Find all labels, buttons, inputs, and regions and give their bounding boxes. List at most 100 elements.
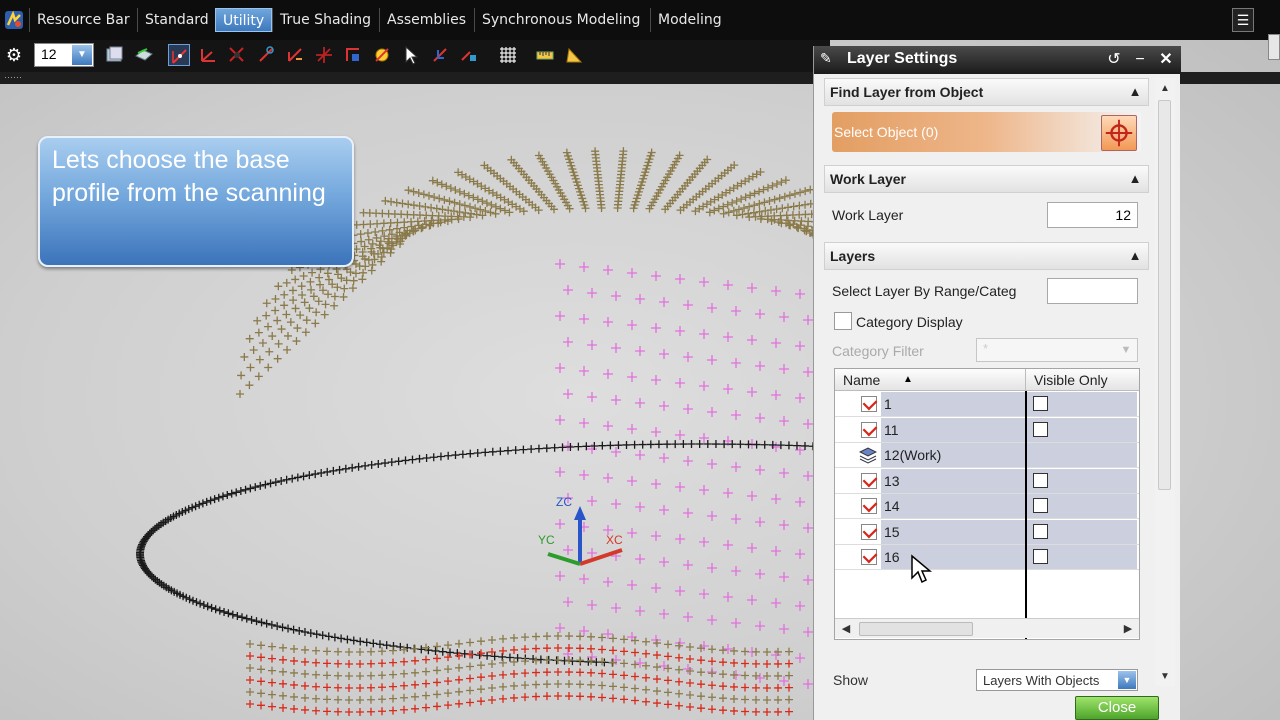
category-filter-label: Category Filter	[832, 343, 924, 359]
scan-point	[500, 206, 509, 215]
move-to-layer-icon[interactable]	[133, 44, 155, 66]
scan-point	[521, 669, 529, 678]
wcs-dynamics-icon[interactable]	[168, 44, 190, 66]
scan-point	[279, 679, 287, 688]
scan-point	[363, 229, 372, 238]
scroll-thumb[interactable]	[859, 622, 973, 636]
tab-resource-bar[interactable]: Resource Bar	[29, 8, 137, 32]
visible-only-checkbox[interactable]	[1033, 498, 1048, 513]
wcs-display-icon[interactable]	[371, 44, 393, 66]
wcs-rotate-icon[interactable]	[226, 44, 248, 66]
scan-point	[262, 311, 271, 320]
scroll-thumb[interactable]	[1158, 100, 1171, 490]
tab-utility[interactable]: Utility	[215, 8, 273, 32]
category-display-checkbox[interactable]	[834, 312, 852, 330]
column-header-name[interactable]: Name	[843, 372, 880, 388]
work-layer-section-header[interactable]: Work Layer ▲	[824, 165, 1149, 193]
scan-point	[795, 549, 805, 559]
layer-row[interactable]: 14	[861, 494, 1137, 518]
scan-point	[675, 689, 683, 698]
grid-icon[interactable]	[497, 44, 519, 66]
layer-selectable-checkbox[interactable]	[861, 523, 877, 540]
select-object-row[interactable]: Select Object (0)	[832, 112, 1141, 152]
layer-selectable-checkbox[interactable]	[861, 396, 877, 412]
scan-point	[731, 410, 741, 420]
close-button[interactable]: Close	[1075, 696, 1159, 720]
layer-row[interactable]: 12(Work)	[858, 443, 1137, 467]
wcs-orient-icon[interactable]	[255, 44, 277, 66]
layer-row[interactable]: 1	[861, 392, 1137, 416]
scroll-left-icon[interactable]: ◀	[837, 620, 855, 638]
pin-icon[interactable]: ✎	[820, 50, 838, 68]
scan-point	[635, 294, 645, 304]
layer-settings-icon[interactable]	[104, 44, 126, 66]
scan-point	[627, 372, 637, 382]
horizontal-scrollbar[interactable]: ◀ ▶	[835, 618, 1139, 638]
chevron-up-icon[interactable]: ▲	[1124, 245, 1146, 267]
scroll-up-icon[interactable]: ▲	[1156, 80, 1174, 98]
tab-synchronous-modeling[interactable]: Synchronous Modeling	[474, 8, 647, 32]
visible-only-checkbox[interactable]	[1033, 421, 1048, 437]
scan-point	[246, 700, 254, 708]
layer-selectable-checkbox[interactable]	[861, 549, 877, 565]
work-layer-dropdown[interactable]: 12 ▼	[34, 43, 94, 67]
scan-point	[288, 474, 297, 483]
select-layer-range-input[interactable]	[1047, 278, 1138, 304]
layer-settings-dialog: ✎ Layer Settings ↺ − ✕ Find Layer from O…	[813, 46, 1181, 720]
dialog-vertical-scrollbar[interactable]: ▲ ▼	[1155, 78, 1175, 686]
show-dropdown[interactable]: Layers With Objects ▼	[976, 669, 1138, 691]
ribbon-options-icon[interactable]: ☰	[1232, 8, 1254, 32]
measure-angle-icon[interactable]	[563, 44, 585, 66]
visible-only-checkbox[interactable]	[1033, 523, 1048, 539]
measure-distance-icon[interactable]	[534, 44, 556, 66]
layer-row[interactable]: 11	[861, 417, 1137, 442]
tab-assemblies[interactable]: Assemblies	[379, 8, 473, 32]
close-icon[interactable]: ✕	[1156, 49, 1176, 71]
visible-only-checkbox[interactable]	[1033, 396, 1048, 411]
snap-end-icon[interactable]	[458, 44, 480, 66]
gear-icon[interactable]: ⚙	[4, 44, 24, 66]
tab-true-shading[interactable]: True Shading	[272, 8, 378, 32]
reset-icon[interactable]: ↺	[1104, 49, 1124, 71]
snap-point-icon[interactable]	[429, 44, 451, 66]
chevron-up-icon[interactable]: ▲	[1124, 168, 1146, 190]
scan-point	[358, 275, 367, 284]
wcs-origin-icon[interactable]	[197, 44, 219, 66]
scan-point	[651, 427, 661, 437]
scan-point	[455, 687, 463, 696]
chevron-up-icon[interactable]: ▲	[1124, 81, 1146, 103]
scan-point	[486, 208, 495, 217]
layer-selectable-checkbox[interactable]	[861, 421, 877, 438]
layer-selectable-checkbox[interactable]	[861, 498, 877, 514]
layer-row[interactable]: 15	[861, 519, 1137, 544]
select-pointer-icon[interactable]	[400, 44, 422, 66]
dialog-title-bar[interactable]: ✎ Layer Settings ↺ − ✕	[814, 46, 1181, 74]
scan-point	[803, 627, 813, 637]
visible-only-checkbox[interactable]	[1033, 549, 1048, 564]
minimize-icon[interactable]: −	[1130, 49, 1150, 71]
column-divider[interactable]	[1025, 391, 1027, 639]
crosshair-select-button[interactable]	[1101, 115, 1137, 151]
tab-modeling[interactable]: Modeling	[650, 8, 729, 32]
wcs-x-direction-icon[interactable]	[284, 44, 306, 66]
layers-section-header[interactable]: Layers ▲	[824, 242, 1149, 270]
find-layer-section-header[interactable]: Find Layer from Object ▲	[824, 78, 1149, 106]
wcs-set-to-csys-icon[interactable]	[313, 44, 335, 66]
scan-point	[487, 200, 496, 209]
layer-row[interactable]: 13	[861, 468, 1137, 493]
wcs-change-direction-icon[interactable]	[342, 44, 364, 66]
column-header-visible-only[interactable]: Visible Only	[1025, 369, 1139, 391]
visible-only-checkbox[interactable]	[1033, 472, 1048, 488]
layer-selectable-checkbox[interactable]	[861, 472, 877, 489]
scan-point	[611, 447, 621, 457]
scan-point	[683, 352, 693, 362]
scroll-right-icon[interactable]: ▶	[1119, 620, 1137, 638]
scroll-down-icon[interactable]: ▼	[1156, 668, 1174, 686]
scan-point	[246, 484, 255, 493]
tab-standard[interactable]: Standard	[137, 8, 216, 32]
app-logo-icon[interactable]	[4, 10, 24, 30]
scan-point	[603, 369, 613, 379]
work-layer-input[interactable]: 12	[1047, 202, 1138, 228]
scan-point	[496, 204, 505, 213]
scan-point	[775, 194, 784, 203]
